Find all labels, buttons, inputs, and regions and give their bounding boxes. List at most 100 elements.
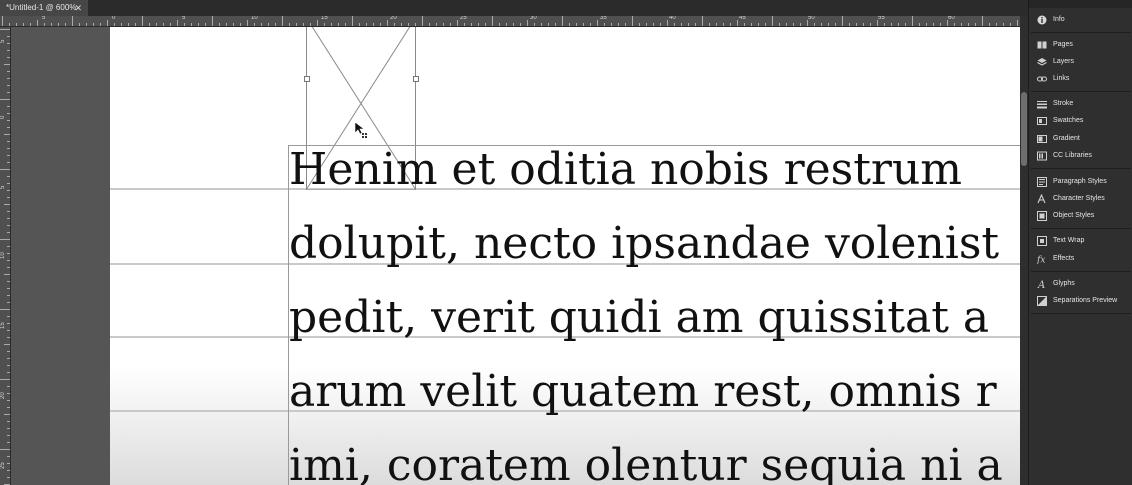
panel-item-cc-libraries[interactable]: CC Libraries <box>1029 148 1132 164</box>
ruler-tick <box>240 23 241 26</box>
ruler-tick <box>688 23 689 26</box>
ruler-tick <box>7 36 10 37</box>
panel-divider <box>1031 313 1131 314</box>
paragraph-styles-icon <box>1037 177 1047 187</box>
ruler-tick <box>7 141 10 142</box>
ruler-tick <box>0 239 10 240</box>
panel-item-label: Glyphs <box>1053 280 1075 287</box>
ruler-tick <box>996 23 997 26</box>
ruler-tick <box>0 29 10 30</box>
ruler-tick <box>7 218 10 219</box>
ruler-tick <box>520 23 521 26</box>
horizontal-ruler[interactable]: 5 0 5 10 15 20 25 30 35 40 45 50 55 60 <box>0 16 1020 27</box>
panel-item-paragraph-styles[interactable]: Paragraph Styles <box>1029 174 1132 190</box>
ruler-tick <box>247 20 248 26</box>
ruler-tick <box>331 23 332 26</box>
ruler-tick <box>786 23 787 26</box>
ruler-tick <box>716 23 717 26</box>
ruler-tick <box>569 23 570 26</box>
frame-handle[interactable] <box>413 76 419 82</box>
ruler-tick <box>65 23 66 26</box>
panel-item-text-wrap[interactable]: Text Wrap <box>1029 233 1132 249</box>
vertical-ruler[interactable]: 5 0 5 10 15 20 25 <box>0 27 11 485</box>
ruler-tick <box>7 435 10 436</box>
ruler-tick <box>919 23 920 26</box>
panel-item-links[interactable]: Links <box>1029 71 1132 87</box>
close-tab-icon[interactable]: ✕ <box>74 0 82 16</box>
panel-item-label: Swatches <box>1053 117 1084 124</box>
document-tab[interactable]: *Untitled-1 @ 600% ✕ <box>0 0 88 16</box>
text-line: Henim et oditia nobis restrum <box>289 145 962 195</box>
ruler-tick <box>380 23 381 26</box>
ruler-tick <box>7 295 10 296</box>
panel-item-character-styles[interactable]: Character Styles <box>1029 191 1132 207</box>
ruler-tick <box>793 23 794 26</box>
ruler-label: 5 <box>0 185 6 189</box>
ruler-tick <box>408 23 409 26</box>
ruler-label: 20 <box>390 16 397 21</box>
ruler-tick <box>7 176 10 177</box>
ruler-tick <box>625 23 626 26</box>
ruler-tick <box>7 330 10 331</box>
ruler-tick <box>499 23 500 26</box>
panel-dock-header[interactable] <box>1029 0 1132 8</box>
panel-item-effects[interactable]: fx Effects <box>1029 251 1132 267</box>
ruler-tick <box>7 50 10 51</box>
ruler-tick <box>7 211 10 212</box>
panel-item-label: Pages <box>1053 41 1073 48</box>
ruler-tick <box>7 253 10 254</box>
ruler-tick <box>611 23 612 26</box>
ruler-tick <box>0 449 10 450</box>
panel-item-label: Gradient <box>1053 135 1080 142</box>
ruler-tick <box>0 99 10 100</box>
ruler-tick <box>7 351 10 352</box>
ruler-tick <box>492 16 493 26</box>
layers-icon <box>1037 58 1047 66</box>
panel-item-info[interactable]: Info <box>1029 12 1132 28</box>
panel-item-pages[interactable]: Pages <box>1029 37 1132 53</box>
panel-dock: Info Pages Layers Links Stroke Swatches … <box>1028 0 1132 485</box>
ruler-tick <box>471 23 472 26</box>
ruler-tick <box>37 20 38 26</box>
panel-item-glyphs[interactable]: A Glyphs <box>1029 276 1132 292</box>
ruler-tick <box>254 23 255 26</box>
ruler-tick <box>296 23 297 26</box>
vertical-scrollbar[interactable] <box>1020 16 1028 485</box>
ruler-tick <box>7 85 10 86</box>
text-frame[interactable]: Henim et oditia nobis restrum dolupit, n… <box>288 145 1020 485</box>
ruler-tick <box>7 57 10 58</box>
panel-item-stroke[interactable]: Stroke <box>1029 96 1132 112</box>
panel-item-object-styles[interactable]: Object Styles <box>1029 208 1132 224</box>
ruler-tick <box>7 386 10 387</box>
panel-item-layers[interactable]: Layers <box>1029 54 1132 70</box>
ruler-tick <box>695 23 696 26</box>
panel-item-swatches[interactable]: Swatches <box>1029 113 1132 129</box>
panel-item-label: Character Styles <box>1053 195 1105 202</box>
ruler-tick <box>7 190 10 191</box>
ruler-tick <box>303 23 304 26</box>
panel-item-separations-preview[interactable]: Separations Preview <box>1029 293 1132 309</box>
stroke-icon <box>1037 101 1047 109</box>
ruler-tick <box>7 400 10 401</box>
ruler-tick <box>7 71 10 72</box>
panel-item-gradient[interactable]: Gradient <box>1029 131 1132 147</box>
panel-divider <box>1031 32 1131 33</box>
document-page[interactable]: Henim et oditia nobis restrum dolupit, n… <box>110 27 1020 485</box>
info-icon <box>1037 15 1047 25</box>
ruler-label: 5 <box>42 16 46 21</box>
ruler-tick <box>4 64 10 65</box>
ruler-label: 0 <box>112 16 116 21</box>
scrollbar-thumb[interactable] <box>1021 92 1027 166</box>
ruler-tick <box>16 23 17 26</box>
pasteboard[interactable]: Henim et oditia nobis restrum dolupit, n… <box>11 27 1020 485</box>
ruler-tick <box>345 23 346 26</box>
panel-item-label: Effects <box>1053 255 1075 262</box>
ruler-tick <box>198 23 199 26</box>
ruler-tick <box>352 16 353 26</box>
frame-handle[interactable] <box>304 76 310 82</box>
ruler-tick <box>562 16 563 26</box>
ruler-tick <box>7 281 10 282</box>
ruler-label: 55 <box>878 16 885 21</box>
ruler-label: 20 <box>0 392 6 399</box>
ruler-tick <box>842 16 843 26</box>
